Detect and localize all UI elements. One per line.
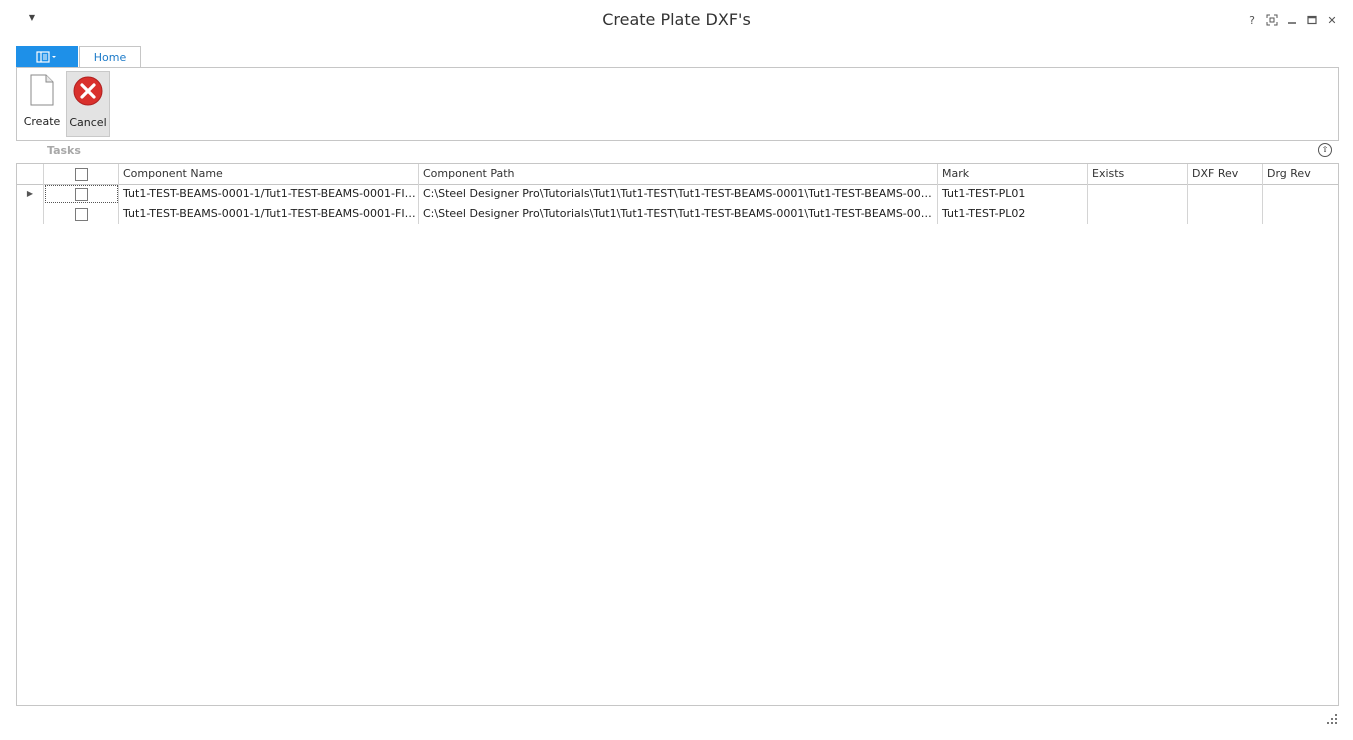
column-header-component-name[interactable]: Component Name [119, 164, 419, 184]
table-row[interactable]: ▶ Tut1-TEST-BEAMS-0001-1/Tut1-TEST-BEAMS… [17, 184, 1338, 204]
app-menu-icon [36, 50, 56, 63]
cancel-icon [72, 74, 104, 108]
window-title: Create Plate DXF's [602, 10, 751, 29]
row-checkbox[interactable] [74, 187, 88, 201]
row-indicator [17, 204, 44, 224]
row-indicator-icon: ▶ [17, 184, 44, 204]
cell-drg-rev[interactable] [1263, 204, 1338, 224]
resize-grip-icon[interactable] [1326, 713, 1338, 725]
grid-header-row: Component Name Component Path Mark Exist… [17, 164, 1338, 185]
cell-component-path[interactable]: C:\Steel Designer Pro\Tutorials\Tut1\Tut… [419, 204, 938, 224]
cell-mark[interactable]: Tut1-TEST-PL02 [938, 204, 1088, 224]
cell-exists[interactable] [1088, 184, 1188, 204]
ribbon-panel: Create Cancel [16, 67, 1339, 141]
close-icon[interactable]: ✕ [1325, 11, 1339, 29]
row-checkbox-cell[interactable] [44, 204, 119, 224]
create-button[interactable]: Create [20, 71, 64, 137]
maximize-icon[interactable] [1305, 11, 1319, 29]
column-header-mark[interactable]: Mark [938, 164, 1088, 184]
cancel-label: Cancel [69, 116, 107, 129]
cell-drg-rev[interactable] [1263, 184, 1338, 204]
create-label: Create [23, 115, 61, 128]
row-indicator-header [17, 164, 44, 184]
row-checkbox[interactable] [74, 207, 88, 221]
tasks-grid: Component Name Component Path Mark Exist… [16, 163, 1339, 706]
document-icon [26, 73, 58, 107]
column-header-exists[interactable]: Exists [1088, 164, 1188, 184]
tasks-group-label: Tasks [47, 144, 81, 157]
collapse-up-icon[interactable]: ⇧ [1318, 143, 1332, 157]
cell-dxf-rev[interactable] [1188, 204, 1263, 224]
minimize-icon[interactable] [1285, 11, 1299, 29]
cell-component-name[interactable]: Tut1-TEST-BEAMS-0001-1/Tut1-TEST-BEAMS-0… [119, 184, 419, 204]
column-header-drg-rev[interactable]: Drg Rev [1263, 164, 1338, 184]
title-bar: ▼ Create Plate DXF's ? ✕ [0, 0, 1353, 44]
restore-icon[interactable] [1265, 11, 1279, 29]
row-checkbox-cell[interactable] [44, 184, 119, 204]
table-row[interactable]: Tut1-TEST-BEAMS-0001-1/Tut1-TEST-BEAMS-0… [17, 204, 1338, 224]
cell-dxf-rev[interactable] [1188, 184, 1263, 204]
app-menu-button[interactable] [16, 46, 78, 67]
cell-component-path[interactable]: C:\Steel Designer Pro\Tutorials\Tut1\Tut… [419, 184, 938, 204]
cell-exists[interactable] [1088, 204, 1188, 224]
column-header-dxf-rev[interactable]: DXF Rev [1188, 164, 1263, 184]
tab-home[interactable]: Home [79, 46, 141, 68]
column-header-component-path[interactable]: Component Path [419, 164, 938, 184]
cell-mark[interactable]: Tut1-TEST-PL01 [938, 184, 1088, 204]
window-controls: ? ✕ [1245, 11, 1339, 29]
cancel-button[interactable]: Cancel [66, 71, 110, 137]
select-all-checkbox-cell[interactable] [44, 164, 119, 184]
cell-component-name[interactable]: Tut1-TEST-BEAMS-0001-1/Tut1-TEST-BEAMS-0… [119, 204, 419, 224]
select-all-checkbox[interactable] [74, 167, 88, 181]
help-icon[interactable]: ? [1245, 11, 1259, 29]
